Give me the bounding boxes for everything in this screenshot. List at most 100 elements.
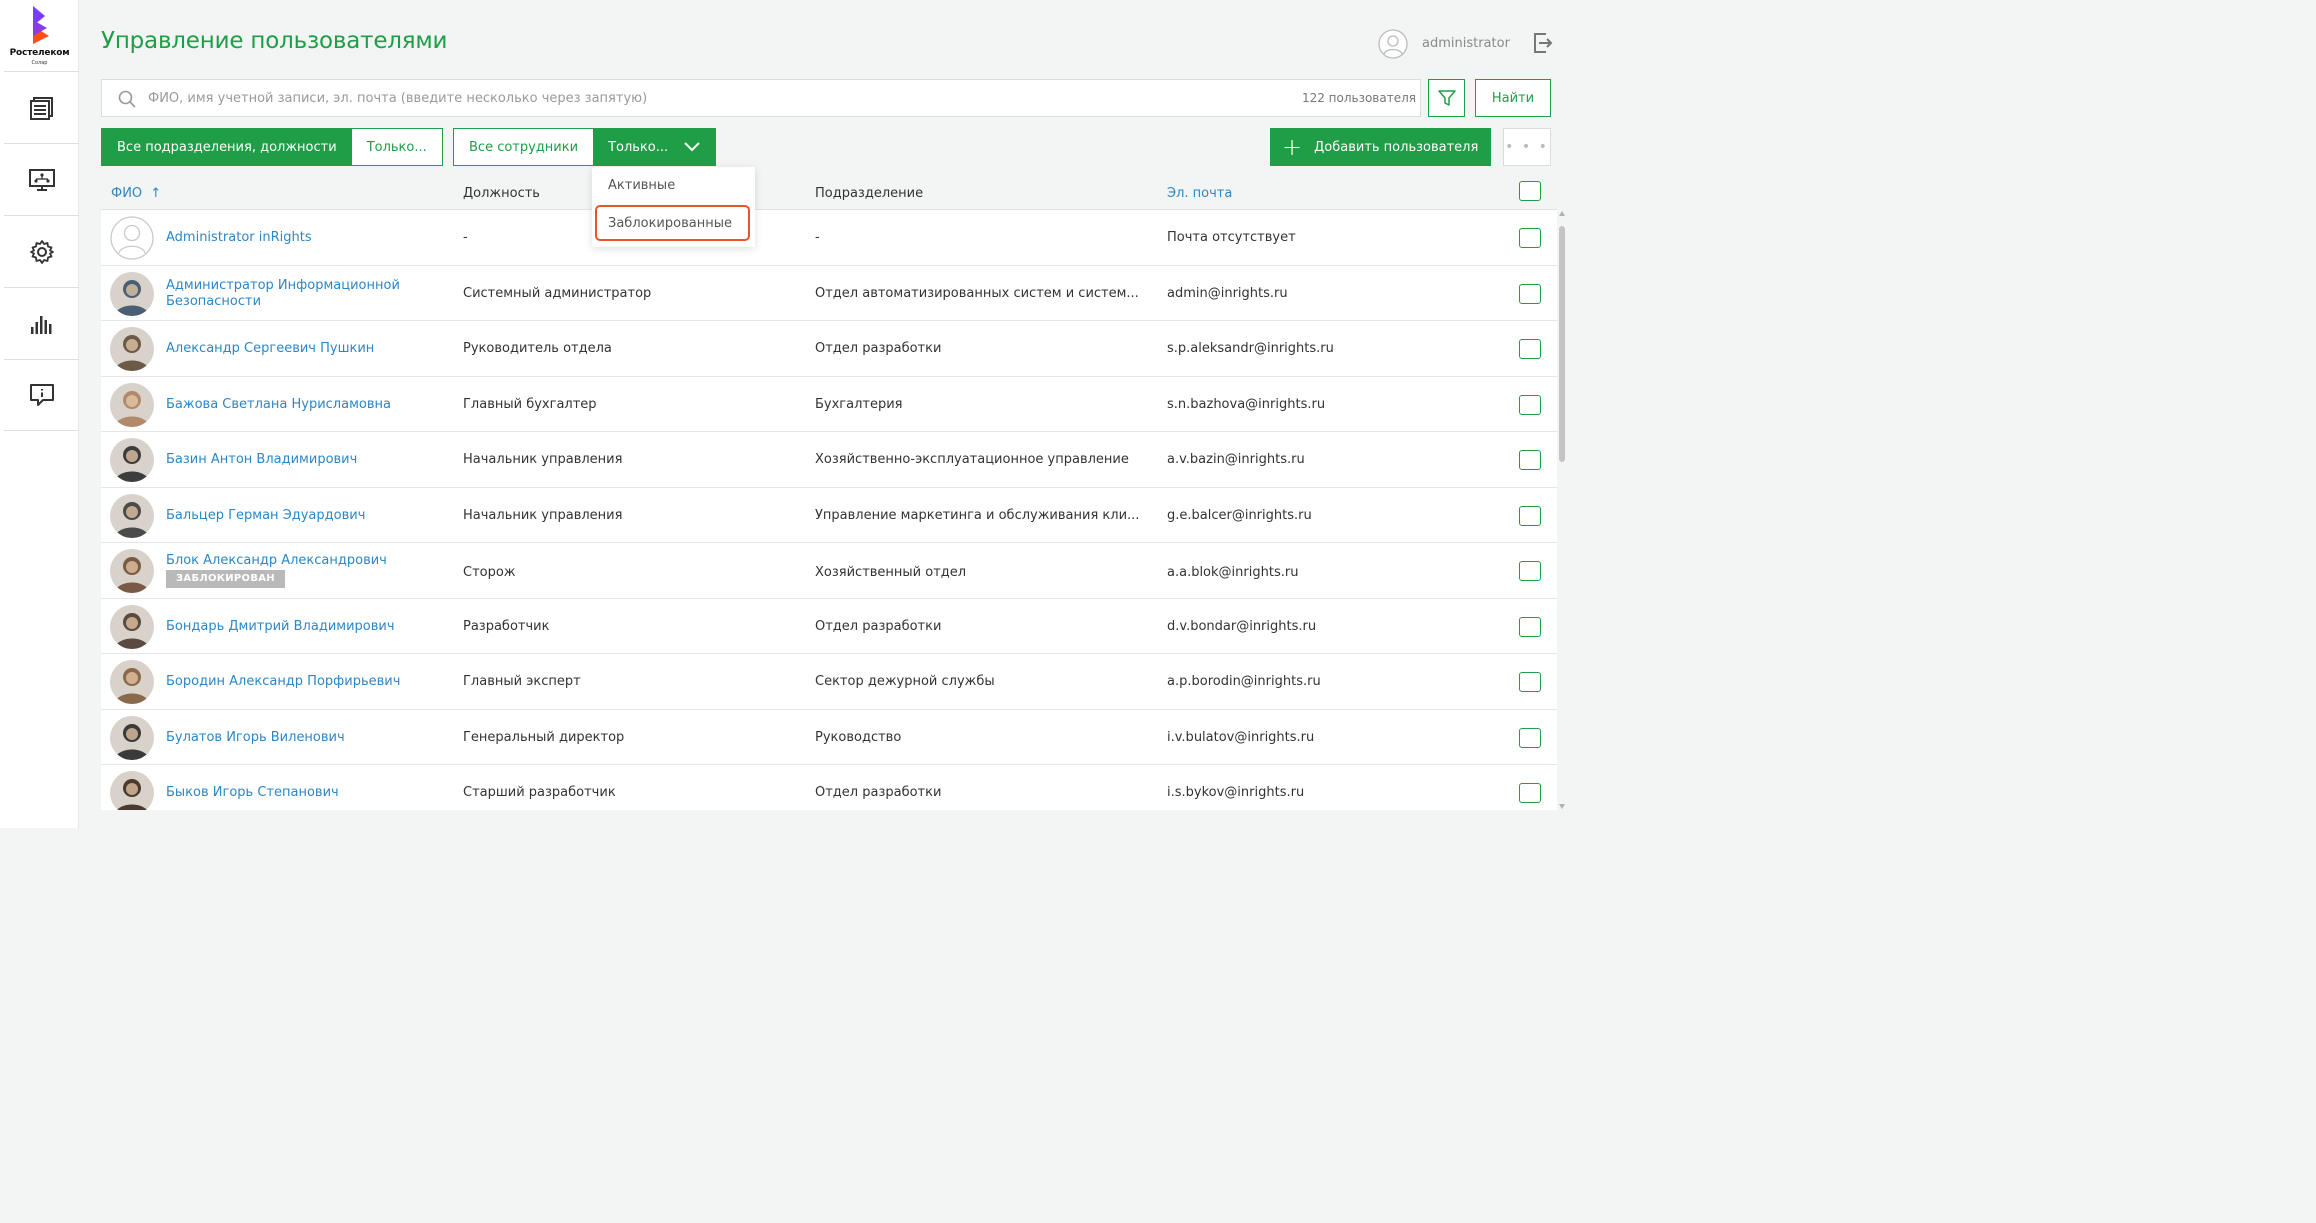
table-row[interactable]: Базин Антон Владимирович Начальник управл… (101, 432, 1557, 488)
position-cell: Главный бухгалтер (463, 396, 597, 412)
user-name-link[interactable]: Блок Александр Александрович (166, 553, 387, 568)
logo-brand: Ростелеком (9, 48, 70, 58)
row-checkbox[interactable] (1519, 394, 1541, 415)
sidebar-item-feedback[interactable] (4, 359, 79, 431)
scroll-up-icon[interactable] (1558, 210, 1566, 218)
user-name-link[interactable]: Администратор Информационной Безопасност… (166, 278, 400, 309)
rostelecom-logo-icon (33, 6, 49, 44)
user-name-cell[interactable]: Бальцер Герман Эдуардович (166, 508, 436, 524)
more-actions-button[interactable]: • • • (1503, 128, 1551, 166)
scrollbar[interactable] (1558, 210, 1566, 810)
table-row[interactable]: Бажова Светлана Нурисламовна Главный бухг… (101, 376, 1557, 432)
position-cell: Начальник управления (463, 452, 623, 467)
user-name-link[interactable]: Бальцер Герман Эдуардович (166, 508, 365, 523)
sidebar-item-reports[interactable] (4, 287, 79, 359)
row-checkbox[interactable] (1519, 450, 1541, 470)
column-header-position[interactable]: Должность (463, 186, 540, 201)
users-table: ФИО ↑ Должность Подразделение Эл. почта … (101, 176, 1557, 810)
department-cell: Управление маркетинга и обслуживания кли… (815, 507, 1140, 523)
user-avatar-icon[interactable] (1378, 29, 1408, 59)
avatar-placeholder-icon (110, 216, 154, 260)
email-cell: d.v.bondar@inrights.ru (1167, 618, 1317, 634)
find-button[interactable]: Найти (1475, 79, 1551, 117)
row-checkbox[interactable] (1519, 672, 1541, 692)
user-name-cell[interactable]: Бородин Александр Порфирьевич (166, 674, 436, 690)
bar-chart-icon (30, 315, 51, 334)
department-cell: Хозяйственный отдел (815, 565, 967, 580)
position-cell: Разработчик (463, 618, 550, 634)
user-name-cell[interactable]: Булатов Игорь Виленович (166, 730, 436, 746)
user-name-cell[interactable]: Бажова Светлана Нурисламовна (166, 397, 436, 413)
filter-button[interactable] (1428, 79, 1465, 117)
table-row[interactable]: Блок Александр Александрович ЗАБЛОКИРОВАН… (101, 543, 1557, 599)
all-employees-option[interactable]: Все сотрудники (454, 129, 594, 165)
user-name-link[interactable]: Administrator inRights (166, 230, 312, 245)
select-all-checkbox[interactable] (1519, 181, 1541, 201)
table-row[interactable]: Бородин Александр Порфирьевич Главный экс… (101, 654, 1557, 710)
user-name-cell[interactable]: Быков Игорь Степанович (166, 785, 436, 801)
user-name-link[interactable]: Булатов Игорь Виленович (166, 730, 345, 745)
table-row[interactable]: Булатов Игорь Виленович Генеральный дирек… (101, 709, 1557, 765)
logout-icon[interactable] (1532, 31, 1554, 55)
sidebar-item-documents[interactable] (4, 71, 79, 143)
sidebar-item-monitoring[interactable] (4, 143, 79, 215)
user-name-link[interactable]: Бондарь Дмитрий Владимирович (166, 619, 395, 634)
table-row[interactable]: Быков Игорь Степанович Старший разработчи… (101, 765, 1557, 810)
user-name-cell[interactable]: Администратор Информационной Безопасност… (166, 278, 426, 310)
chevron-down-icon (684, 142, 700, 152)
user-name-link[interactable]: Бажова Светлана Нурисламовна (166, 397, 391, 412)
user-name-link[interactable]: Быков Игорь Степанович (166, 785, 339, 800)
row-checkbox[interactable] (1519, 505, 1541, 526)
monitor-network-icon (28, 168, 55, 191)
user-name-cell[interactable]: Блок Александр Александрович ЗАБЛОКИРОВАН (166, 553, 436, 588)
position-cell: Руководитель отдела (463, 341, 612, 356)
scroll-down-icon[interactable] (1558, 802, 1566, 810)
column-header-email[interactable]: Эл. почта (1167, 186, 1232, 201)
user-name-cell[interactable]: Бондарь Дмитрий Владимирович (166, 619, 436, 635)
email-cell: a.a.blok@inrights.ru (1167, 565, 1299, 580)
username[interactable]: administrator (1422, 36, 1510, 51)
user-name-cell[interactable]: Александр Сергеевич Пушкин (166, 341, 436, 357)
column-header-name[interactable]: ФИО ↑ (111, 186, 161, 201)
row-checkbox[interactable] (1519, 339, 1541, 359)
user-name-link[interactable]: Бородин Александр Порфирьевич (166, 674, 400, 689)
user-name-link[interactable]: Базин Антон Владимирович (166, 452, 357, 467)
row-checkbox[interactable] (1519, 283, 1541, 304)
avatar (110, 660, 154, 704)
column-header-department[interactable]: Подразделение (815, 186, 923, 201)
email-cell: admin@inrights.ru (1167, 285, 1288, 301)
dropdown-item-blocked[interactable]: Заблокированные (608, 216, 732, 231)
add-user-button[interactable]: + Добавить пользователя (1270, 128, 1491, 166)
only-departments-option[interactable]: Только... (351, 129, 442, 165)
row-checkbox[interactable] (1519, 561, 1541, 581)
department-cell: Отдел разработки (815, 618, 942, 634)
user-name-cell[interactable]: Administrator inRights (166, 230, 436, 246)
scroll-thumb[interactable] (1559, 226, 1565, 462)
row-checkbox[interactable] (1519, 783, 1541, 803)
table-row[interactable]: Administrator inRights - - Почта отсутствуе… (101, 210, 1557, 266)
email-cell: s.p.aleksandr@inrights.ru (1167, 341, 1334, 356)
all-departments-option[interactable]: Все подразделения, должности (102, 129, 352, 165)
user-name-cell[interactable]: Базин Антон Владимирович (166, 452, 436, 468)
department-cell: Отдел автоматизированных систем и систем… (815, 285, 1139, 301)
row-checkbox[interactable] (1519, 727, 1541, 748)
only-employees-option[interactable]: Только... (593, 129, 716, 165)
row-checkbox[interactable] (1519, 228, 1541, 248)
table-row[interactable]: Александр Сергеевич Пушкин Руководитель о… (101, 321, 1557, 377)
email-cell: Почта отсутствует (1167, 230, 1296, 245)
department-cell: Сектор дежурной службы (815, 674, 995, 689)
sidebar-item-settings[interactable] (4, 215, 79, 287)
position-cell: Сторож (463, 565, 516, 580)
avatar (110, 549, 154, 593)
table-row[interactable]: Бальцер Герман Эдуардович Начальник управ… (101, 487, 1557, 543)
table-row[interactable]: Администратор Информационной Безопасност… (101, 265, 1557, 321)
email-cell: i.v.bulatov@inrights.ru (1167, 729, 1315, 745)
row-checkbox[interactable] (1519, 616, 1541, 637)
user-name-link[interactable]: Александр Сергеевич Пушкин (166, 341, 374, 356)
table-row[interactable]: Бондарь Дмитрий Владимирович Разработчик О… (101, 598, 1557, 654)
email-cell: a.v.bazin@inrights.ru (1167, 452, 1305, 467)
dropdown-item-active[interactable]: Активные (608, 178, 675, 193)
position-cell: Начальник управления (463, 507, 623, 523)
search-input[interactable] (148, 81, 1248, 115)
avatar (110, 493, 154, 538)
